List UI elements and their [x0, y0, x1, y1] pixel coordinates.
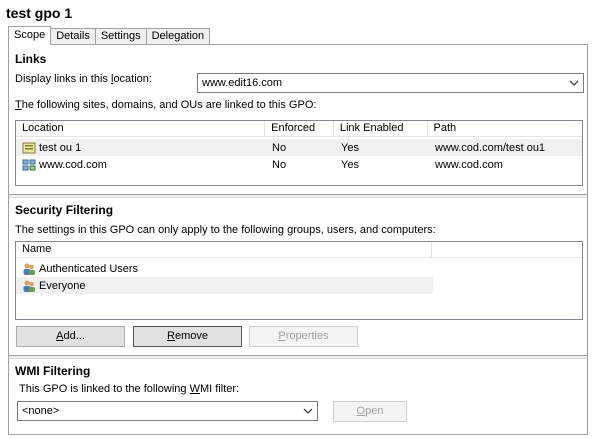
ou-icon [22, 142, 36, 153]
list-item[interactable]: Authenticated Users [16, 260, 433, 277]
list-item-name: Everyone [39, 279, 86, 292]
properties-button[interactable]: Properties [249, 326, 358, 347]
chevron-down-icon [303, 408, 313, 414]
column-blank [432, 242, 582, 258]
security-filtering-listview[interactable]: Name Authenticated Users Everyone [15, 241, 583, 320]
gpo-title: test gpo 1 [6, 5, 73, 21]
table-row[interactable]: www.cod.com No Yes www.cod.com [16, 156, 582, 173]
column-location[interactable]: Location [16, 121, 266, 137]
wmi-filtering-description: This GPO is linked to the following WMI … [19, 383, 240, 395]
column-name[interactable]: Name [16, 242, 432, 258]
row-link-enabled: Yes [341, 158, 359, 171]
linked-description: The following sites, domains, and OUs ar… [15, 99, 317, 111]
open-button[interactable]: Open [333, 401, 407, 422]
links-listview-header: Location Enforced Link Enabled Path [16, 121, 582, 137]
row-location: test ou 1 [39, 141, 82, 154]
column-link-enabled[interactable]: Link Enabled [334, 121, 428, 137]
users-group-icon [23, 280, 35, 292]
row-location: www.cod.com [39, 158, 107, 171]
tab-delegation[interactable]: Delegation [145, 28, 211, 45]
scope-panel: Links Display links in this location: ww… [8, 44, 588, 435]
wmi-filter-combobox[interactable]: <none> [17, 401, 318, 421]
security-filtering-description: The settings in this GPO can only apply … [15, 224, 436, 236]
domain-icon [22, 159, 36, 170]
links-section-title: Links [15, 52, 47, 66]
add-button[interactable]: Add... [16, 326, 125, 347]
security-listview-header: Name [16, 242, 582, 258]
list-item[interactable]: Everyone [16, 277, 433, 294]
tab-details[interactable]: Details [50, 28, 96, 45]
section-splitter[interactable] [9, 355, 587, 359]
column-enforced[interactable]: Enforced [265, 121, 334, 137]
display-links-label: Display links in this location: [15, 73, 152, 85]
row-enforced: No [272, 158, 287, 171]
column-path[interactable]: Path [428, 121, 582, 137]
links-listview[interactable]: Location Enforced Link Enabled Path test… [15, 120, 583, 186]
row-path: www.cod.com/test ou1 [435, 141, 546, 154]
remove-button[interactable]: Remove [133, 326, 242, 347]
wmi-filter-value: <none> [22, 405, 60, 417]
tab-strip: Scope Details Settings Delegation [8, 26, 211, 45]
wmi-filtering-title: WMI Filtering [15, 364, 91, 378]
section-splitter[interactable] [9, 194, 587, 198]
tab-settings[interactable]: Settings [94, 28, 147, 45]
users-group-icon [23, 263, 35, 275]
row-enforced: No [272, 141, 287, 154]
list-item-name: Authenticated Users [39, 262, 139, 275]
security-filtering-title: Security Filtering [15, 203, 114, 217]
chevron-down-icon [569, 80, 579, 86]
display-links-location-value: www.edit16.com [202, 77, 283, 89]
table-row[interactable]: test ou 1 No Yes www.cod.com/test ou1 [16, 139, 582, 156]
row-path: www.cod.com [435, 158, 503, 171]
tab-scope[interactable]: Scope [8, 26, 52, 45]
display-links-location-combobox[interactable]: www.edit16.com [197, 73, 584, 93]
row-link-enabled: Yes [341, 141, 359, 154]
